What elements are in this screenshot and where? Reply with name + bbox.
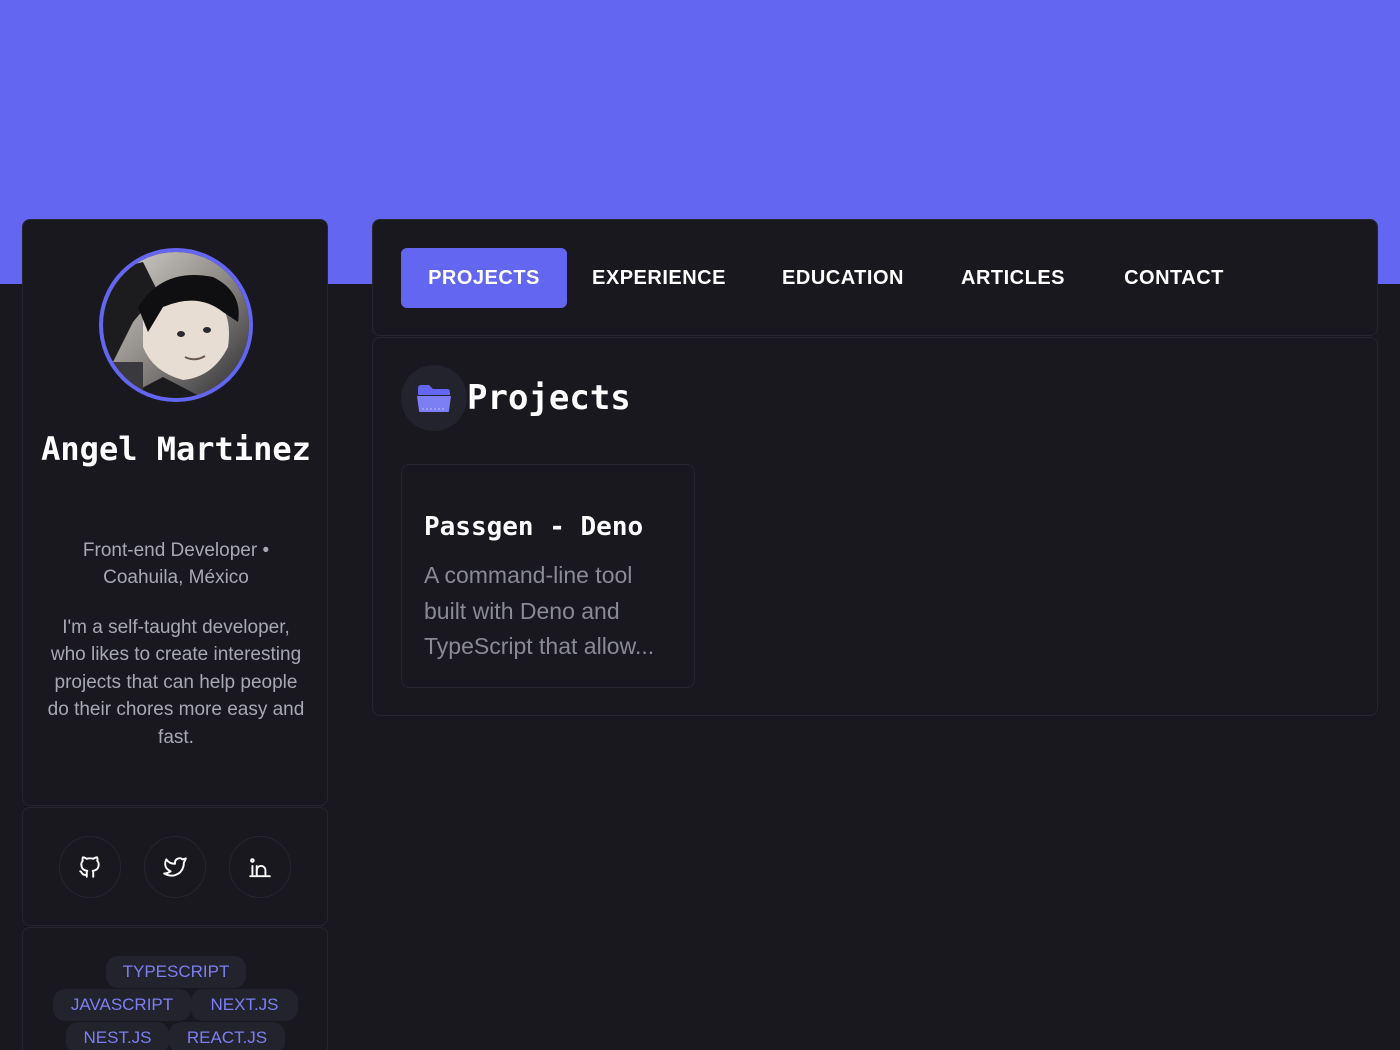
skills-card: TYPESCRIPT JAVASCRIPT NEXT.JS NEST.JS RE…: [22, 927, 328, 1050]
skill-tag: REACT.JS: [169, 1022, 285, 1050]
github-link[interactable]: [59, 836, 121, 898]
tab-projects[interactable]: PROJECTS: [401, 248, 567, 308]
skill-tag: TYPESCRIPT: [106, 956, 246, 988]
avatar-image: [103, 252, 249, 398]
profile-card: Angel Martinez Front-end Developer • Coa…: [22, 219, 328, 806]
tab-education[interactable]: EDUCATION: [765, 248, 921, 308]
skill-tag: JAVASCRIPT: [53, 989, 191, 1021]
twitter-icon: [163, 857, 187, 877]
profile-name: Angel Martinez: [41, 430, 311, 468]
github-icon: [79, 856, 100, 878]
skill-tag: NEXT.JS: [191, 989, 298, 1021]
projects-panel: Projects Passgen - Deno A command-line t…: [372, 337, 1378, 716]
project-title: Passgen - Deno: [424, 512, 644, 542]
avatar: [99, 248, 253, 402]
profile-bio: I'm a self-taught developer, who likes t…: [47, 617, 305, 748]
linkedin-icon: [249, 858, 271, 878]
social-links-card: [22, 807, 328, 926]
twitter-link[interactable]: [144, 836, 206, 898]
tab-articles[interactable]: ARTICLES: [945, 248, 1081, 308]
tab-experience[interactable]: EXPERIENCE: [579, 248, 739, 308]
linkedin-link[interactable]: [229, 836, 291, 898]
profile-role: Front-end Developer • Coahuila, México: [82, 540, 270, 588]
folder-badge: [401, 365, 467, 431]
project-card[interactable]: Passgen - Deno A command-line tool built…: [401, 464, 695, 688]
folder-icon: [417, 385, 451, 412]
section-title: Projects: [467, 378, 631, 418]
tab-contact[interactable]: CONTACT: [1105, 248, 1243, 308]
skill-tag: NEST.JS: [66, 1022, 169, 1050]
tabs-card: PROJECTS EXPERIENCE EDUCATION ARTICLES C…: [372, 219, 1378, 336]
project-description: A command-line tool built with Deno and …: [424, 562, 655, 659]
